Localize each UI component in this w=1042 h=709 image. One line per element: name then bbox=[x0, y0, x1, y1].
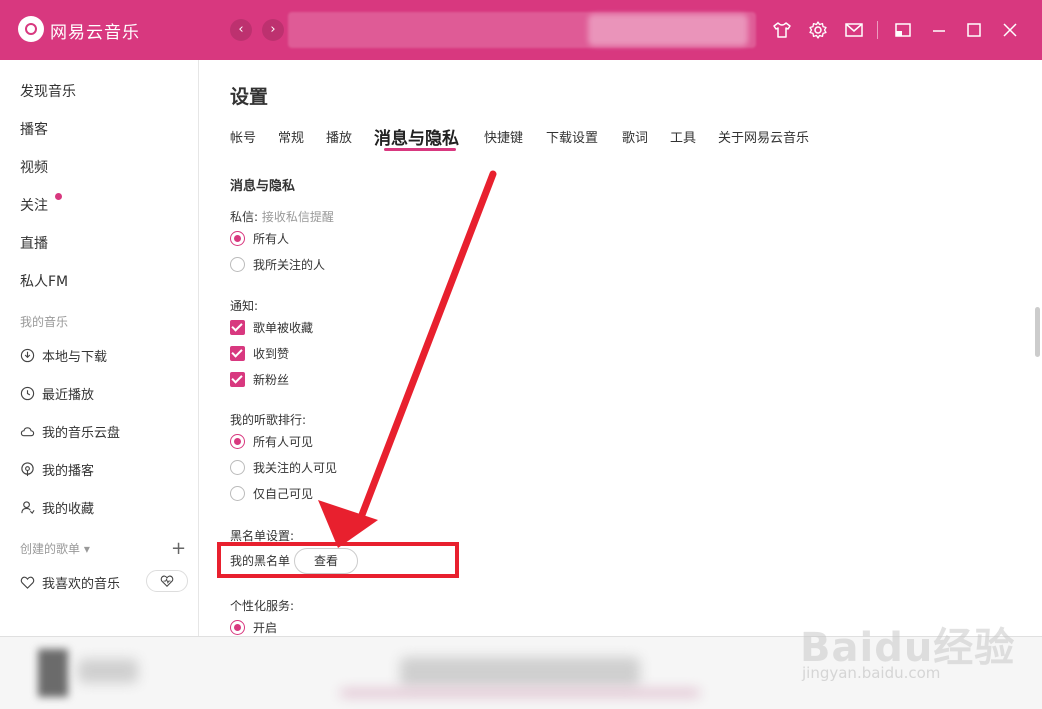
tab-download-settings[interactable]: 下载设置 bbox=[546, 127, 598, 146]
maximize-icon[interactable] bbox=[964, 20, 984, 40]
dm-option-everyone[interactable]: 所有人 bbox=[230, 230, 289, 247]
clock-icon bbox=[20, 386, 35, 401]
sidebar-item-local-download[interactable]: 本地与下载 bbox=[20, 346, 107, 365]
sidebar-item-video[interactable]: 视频 bbox=[20, 157, 48, 177]
sidebar-sub-label: 最近播放 bbox=[42, 388, 95, 403]
tab-about[interactable]: 关于网易云音乐 bbox=[718, 127, 809, 146]
sidebar: 发现音乐 播客 视频 关注 直播 私人FM 我的音乐 本地与下载 最近播放 我的… bbox=[0, 60, 199, 636]
radio-selected[interactable] bbox=[230, 620, 245, 635]
checkbox-checked[interactable] bbox=[230, 346, 245, 361]
sidebar-item-my-podcast[interactable]: 我的播客 bbox=[20, 460, 94, 479]
sidebar-item-cloud[interactable]: 我的音乐云盘 bbox=[20, 422, 120, 441]
notification-dot bbox=[55, 193, 62, 200]
settings-panel: 设置 帐号 常规 播放 消息与隐私 快捷键 下载设置 歌词 工具 关于网易云音乐… bbox=[200, 60, 1042, 636]
sidebar-sub-label: 我喜欢的音乐 bbox=[42, 577, 121, 592]
my-music-heading: 我的音乐 bbox=[20, 315, 69, 329]
player-controls-blur bbox=[400, 657, 640, 687]
back-button[interactable]: ‹ bbox=[230, 19, 252, 41]
tab-general[interactable]: 常规 bbox=[278, 127, 304, 146]
sidebar-item-discover[interactable]: 发现音乐 bbox=[20, 81, 76, 101]
download-icon bbox=[20, 348, 35, 363]
radio-selected[interactable] bbox=[230, 231, 245, 246]
heart-mode-button[interactable] bbox=[146, 570, 188, 592]
toolbar-divider bbox=[877, 21, 878, 39]
dm-option-following[interactable]: 我所关注的人 bbox=[230, 256, 325, 273]
ranking-option-everyone[interactable]: 所有人可见 bbox=[230, 433, 313, 450]
notify-option-likes[interactable]: 收到赞 bbox=[230, 345, 289, 362]
search-suggestion-blur bbox=[588, 14, 748, 46]
ranking-option-following[interactable]: 我关注的人可见 bbox=[230, 459, 337, 476]
tab-shortcuts[interactable]: 快捷键 bbox=[484, 127, 523, 146]
progress-bar-blur bbox=[340, 689, 700, 697]
personal-option-on[interactable]: 开启 bbox=[230, 619, 277, 636]
gear-icon[interactable] bbox=[808, 20, 828, 40]
playlists-heading[interactable]: 创建的歌单 ▾ bbox=[20, 540, 90, 557]
plus-icon[interactable]: + bbox=[171, 538, 186, 559]
sidebar-sub-label: 本地与下载 bbox=[42, 350, 108, 365]
mail-icon[interactable] bbox=[844, 20, 864, 40]
sidebar-item-podcast[interactable]: 播客 bbox=[20, 119, 48, 139]
sidebar-item-live[interactable]: 直播 bbox=[20, 233, 48, 253]
skin-icon[interactable] bbox=[772, 20, 792, 40]
sidebar-item-liked-music[interactable]: 我喜欢的音乐 bbox=[20, 573, 120, 592]
page-title: 设置 bbox=[230, 86, 269, 108]
sidebar-sub-label: 我的收藏 bbox=[42, 502, 95, 517]
sidebar-item-recent[interactable]: 最近播放 bbox=[20, 384, 94, 403]
sidebar-item-follow[interactable]: 关注 bbox=[20, 195, 48, 215]
podcast-icon bbox=[21, 462, 34, 477]
dm-label: 私信: 接收私信提醒 bbox=[230, 210, 334, 224]
active-tab-indicator bbox=[384, 148, 456, 151]
title-bar: 网易云音乐 ‹ › bbox=[0, 0, 1042, 60]
scrollbar[interactable] bbox=[1035, 307, 1040, 357]
checkbox-checked[interactable] bbox=[230, 372, 245, 387]
cloud-icon bbox=[20, 427, 35, 437]
section-title: 消息与隐私 bbox=[230, 179, 296, 194]
user-icon bbox=[21, 501, 35, 515]
notify-option-playlist-collected[interactable]: 歌单被收藏 bbox=[230, 319, 313, 336]
album-cover[interactable] bbox=[38, 649, 68, 697]
tab-account[interactable]: 帐号 bbox=[230, 127, 256, 146]
dm-hint: 接收私信提醒 bbox=[261, 210, 334, 224]
app-title: 网易云音乐 bbox=[50, 23, 140, 43]
sidebar-item-favorites[interactable]: 我的收藏 bbox=[20, 498, 94, 517]
watermark-url: jingyan.baidu.com bbox=[802, 664, 941, 682]
checkbox-checked[interactable] bbox=[230, 320, 245, 335]
sidebar-sub-label: 我的播客 bbox=[42, 464, 95, 479]
notify-option-new-fans[interactable]: 新粉丝 bbox=[230, 371, 289, 388]
notify-label: 通知: bbox=[230, 299, 259, 313]
forward-button[interactable]: › bbox=[262, 19, 284, 41]
radio-unselected[interactable] bbox=[230, 460, 245, 475]
ranking-label: 我的听歌排行: bbox=[230, 413, 307, 427]
personal-label: 个性化服务: bbox=[230, 599, 295, 613]
radio-unselected[interactable] bbox=[230, 486, 245, 501]
song-info-blur bbox=[78, 659, 138, 683]
sidebar-sub-label: 我的音乐云盘 bbox=[42, 426, 121, 441]
close-icon[interactable] bbox=[1000, 20, 1020, 40]
heart-icon bbox=[20, 576, 35, 589]
radio-unselected[interactable] bbox=[230, 257, 245, 272]
mini-mode-icon[interactable] bbox=[893, 20, 913, 40]
app-logo-icon bbox=[18, 16, 44, 42]
sidebar-item-fm[interactable]: 私人FM bbox=[20, 271, 68, 291]
tab-tools[interactable]: 工具 bbox=[670, 127, 696, 146]
minimize-icon[interactable] bbox=[929, 20, 949, 40]
annotation-highlight-box bbox=[217, 542, 459, 578]
ranking-option-self[interactable]: 仅自己可见 bbox=[230, 485, 313, 502]
radio-selected[interactable] bbox=[230, 434, 245, 449]
tab-lyrics[interactable]: 歌词 bbox=[622, 127, 648, 146]
heartbeat-icon bbox=[160, 575, 174, 587]
tab-playback[interactable]: 播放 bbox=[326, 127, 352, 146]
tab-message-privacy[interactable]: 消息与隐私 bbox=[374, 124, 459, 149]
